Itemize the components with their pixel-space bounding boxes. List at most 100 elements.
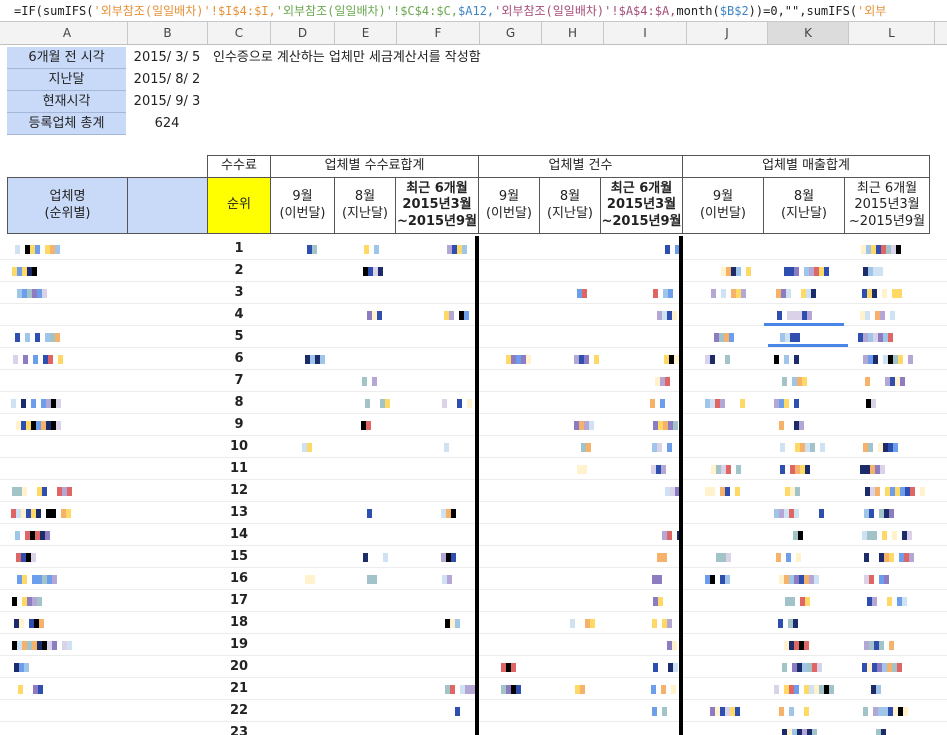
column-header-b[interactable]: B bbox=[128, 22, 208, 44]
sales-sep-header: 9월 (이번달) bbox=[682, 177, 764, 234]
table-row[interactable] bbox=[0, 480, 947, 502]
month-line: 9월 bbox=[712, 189, 734, 205]
rank-cell[interactable]: 9 bbox=[207, 414, 271, 436]
rank-cell[interactable]: 19 bbox=[207, 634, 271, 656]
column-header-i[interactable]: I bbox=[604, 22, 687, 44]
rank-cell[interactable]: 8 bbox=[207, 392, 271, 414]
rank-cell[interactable]: 4 bbox=[207, 304, 271, 326]
highlight-line bbox=[764, 323, 844, 326]
redacted-cell-content bbox=[878, 267, 883, 276]
fee-total-header: 업체별 수수료합계 bbox=[270, 155, 479, 178]
rank-cell[interactable]: 11 bbox=[207, 458, 271, 480]
table-row[interactable] bbox=[0, 414, 947, 436]
redacted-cell-content bbox=[777, 311, 782, 320]
redacted-cell-content bbox=[736, 465, 741, 474]
column-header-e[interactable]: E bbox=[335, 22, 397, 44]
spreadsheet-grid[interactable]: 6개월 전 시각 2015/ 3/ 5 인수증으로 계산하는 업체만 세금계산서… bbox=[0, 45, 947, 735]
redacted-cell-content bbox=[869, 575, 874, 584]
rank-cell[interactable]: 17 bbox=[207, 590, 271, 612]
formula-token: =IF(sumIFS( bbox=[14, 4, 94, 18]
redacted-cell-content bbox=[660, 399, 665, 408]
redacted-cell-content bbox=[31, 553, 36, 562]
rank-cell[interactable]: 6 bbox=[207, 348, 271, 370]
rank-cell[interactable]: 20 bbox=[207, 656, 271, 678]
rank-cell[interactable]: 14 bbox=[207, 524, 271, 546]
redacted-cell-content bbox=[23, 355, 28, 364]
rank-cell[interactable]: 23 bbox=[207, 722, 271, 735]
redacted-cell-content bbox=[310, 575, 315, 584]
redacted-cell-content bbox=[320, 355, 325, 364]
redacted-cell-content bbox=[457, 399, 462, 408]
rank-cell[interactable]: 13 bbox=[207, 502, 271, 524]
rank-cell[interactable]: 18 bbox=[207, 612, 271, 634]
column-header-f[interactable]: F bbox=[397, 22, 480, 44]
rank-cell[interactable]: 10 bbox=[207, 436, 271, 458]
redacted-cell-content bbox=[793, 619, 798, 628]
redacted-cell-content bbox=[378, 267, 383, 276]
column-header-h[interactable]: H bbox=[542, 22, 604, 44]
rank-cell[interactable]: 12 bbox=[207, 480, 271, 502]
rank-cell[interactable]: 22 bbox=[207, 700, 271, 722]
redacted-cell-content bbox=[31, 399, 36, 408]
rank-cell[interactable]: 7 bbox=[207, 370, 271, 392]
rank-cell[interactable]: 2 bbox=[207, 260, 271, 282]
redacted-cell-content bbox=[38, 685, 43, 694]
redacted-cell-content bbox=[879, 641, 884, 650]
redacted-cell-content bbox=[11, 399, 16, 408]
redacted-cell-content bbox=[725, 575, 730, 584]
redacted-cell-content bbox=[782, 663, 787, 672]
redacted-cell-content bbox=[15, 333, 20, 342]
redacted-cell-content bbox=[804, 707, 809, 716]
redacted-cell-content bbox=[794, 355, 799, 364]
rank-cell[interactable]: 16 bbox=[207, 568, 271, 590]
formula-token: !$A$4:$A, bbox=[611, 4, 677, 18]
month-line: 8월 bbox=[793, 189, 815, 205]
formula-token: $A12, bbox=[458, 4, 495, 18]
table-row[interactable] bbox=[0, 546, 947, 568]
table-row[interactable] bbox=[0, 524, 947, 546]
formula-token: ))=0,"",sumIFS( bbox=[748, 4, 858, 18]
formula-bar[interactable]: =IF(sumIFS('외부참조(일일배차)'!$I$4:$I,'외부참조(일일… bbox=[0, 0, 947, 22]
redacted-cell-content bbox=[455, 619, 460, 628]
rank-cell[interactable]: 1 bbox=[207, 238, 271, 260]
redacted-cell-content bbox=[451, 509, 456, 518]
rank-cell[interactable]: 5 bbox=[207, 326, 271, 348]
column-header-k[interactable]: K bbox=[768, 22, 849, 44]
table-row[interactable] bbox=[0, 392, 947, 414]
redacted-cell-content bbox=[780, 443, 785, 452]
column-header-g[interactable]: G bbox=[480, 22, 542, 44]
table-row[interactable] bbox=[0, 502, 947, 524]
redacted-cell-content bbox=[881, 729, 886, 735]
redacted-cell-content bbox=[366, 421, 371, 430]
redacted-cell-content bbox=[651, 685, 656, 694]
info-value[interactable]: 2015/ 8/ 2 bbox=[127, 69, 207, 91]
column-header-j[interactable]: J bbox=[687, 22, 768, 44]
redacted-cell-content bbox=[774, 355, 779, 364]
redacted-cell-content bbox=[658, 597, 663, 606]
redacted-cell-content bbox=[673, 663, 678, 672]
note-text[interactable]: 인수증으로 계산하는 업체만 세금계산서를 작성함 bbox=[207, 47, 707, 69]
info-value[interactable]: 2015/ 9/ 3 bbox=[127, 91, 207, 113]
redacted-cell-content bbox=[584, 355, 589, 364]
redacted-cell-content bbox=[48, 355, 53, 364]
column-header-l[interactable]: L bbox=[849, 22, 935, 44]
redacted-cell-content bbox=[907, 531, 912, 540]
rank-cell[interactable]: 15 bbox=[207, 546, 271, 568]
redacted-cell-content bbox=[865, 377, 870, 386]
column-header-c[interactable]: C bbox=[208, 22, 271, 44]
redacted-cell-content bbox=[774, 685, 779, 694]
info-label: 현재시각 bbox=[7, 91, 126, 113]
table-row[interactable] bbox=[0, 612, 947, 634]
redacted-cell-content bbox=[372, 377, 377, 386]
redacted-cell-content bbox=[450, 685, 455, 694]
column-header-d[interactable]: D bbox=[271, 22, 335, 44]
redacted-cell-content bbox=[22, 575, 27, 584]
info-value[interactable]: 2015/ 3/ 5 bbox=[127, 47, 207, 69]
table-row[interactable] bbox=[0, 348, 947, 370]
redacted-cell-content bbox=[897, 289, 902, 298]
rank-cell[interactable]: 3 bbox=[207, 282, 271, 304]
info-value[interactable]: 624 bbox=[127, 113, 207, 135]
table-row[interactable] bbox=[0, 238, 947, 260]
column-header-a[interactable]: A bbox=[7, 22, 128, 44]
rank-cell[interactable]: 21 bbox=[207, 678, 271, 700]
